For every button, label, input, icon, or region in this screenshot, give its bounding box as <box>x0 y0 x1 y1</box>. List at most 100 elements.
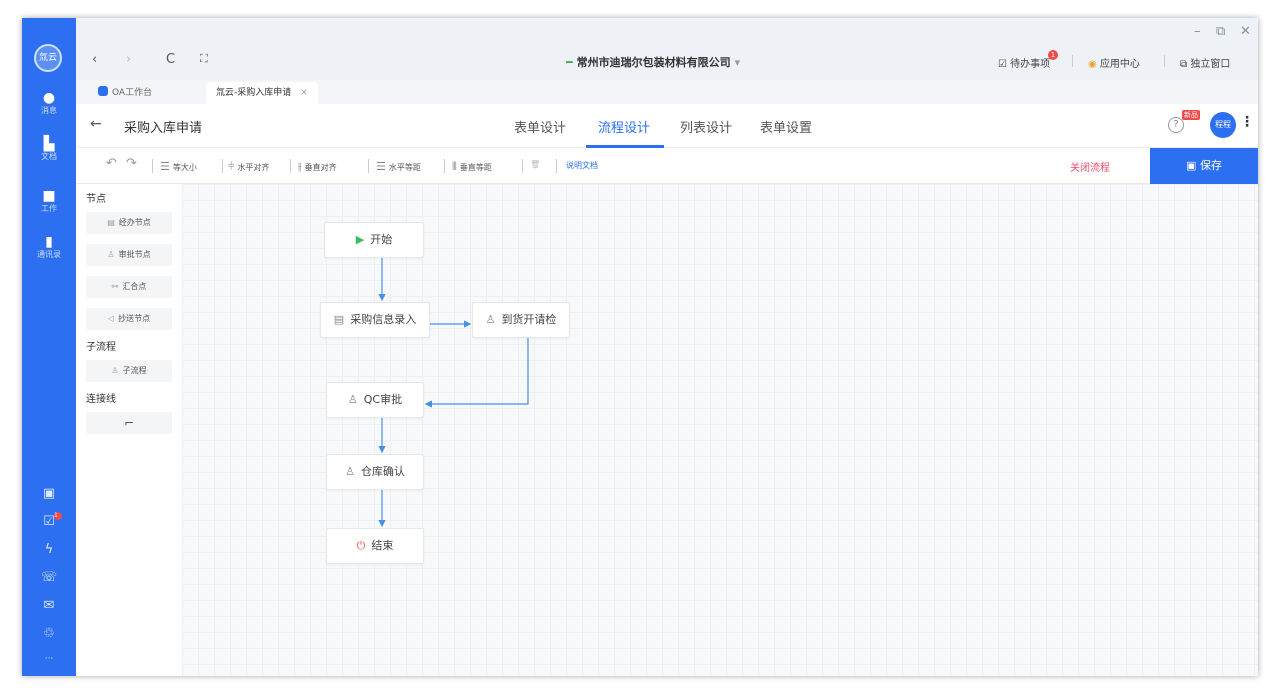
minimize-button[interactable]: – <box>1194 24 1201 39</box>
palette-item-merge-node[interactable]: ⚯ 汇合点 <box>86 276 172 298</box>
same-size-icon: ☰ <box>160 160 170 173</box>
chevron-down-icon: ▾ <box>734 56 741 69</box>
redo-button[interactable]: ↷ <box>126 156 137 171</box>
user-icon: ♙ <box>485 313 496 326</box>
divider <box>368 159 369 173</box>
company-selector[interactable]: ━ 常州市迪瑞尔包装材料有限公司 ▾ <box>566 54 740 70</box>
palette-item-handle-node[interactable]: ▤ 经办节点 <box>86 212 172 234</box>
company-logo-icon: ━ <box>566 56 573 69</box>
nav-item-messages[interactable]: ● 消息 <box>22 90 76 116</box>
close-flow-button[interactable]: 关闭流程 <box>1070 159 1110 174</box>
user-icon: ♙ <box>347 393 358 406</box>
flow-node-warehouse-confirm[interactable]: ♙ 仓库确认 <box>326 454 424 490</box>
new-badge: 新品 <box>1182 110 1200 120</box>
flow-node-start[interactable]: ▶ 开始 <box>324 222 424 258</box>
flow-node-end[interactable]: ⏻ 结束 <box>326 528 424 564</box>
vertical-space-icon: ⦀ <box>452 160 457 173</box>
divider <box>556 159 557 173</box>
vertical-align-button[interactable]: ⫲ 垂直对齐 <box>298 160 337 174</box>
horizontal-align-button[interactable]: ⫩ 水平对齐 <box>228 160 269 174</box>
more-icon[interactable]: ··· <box>22 654 76 664</box>
flow-node-purchase-entry[interactable]: ▤ 采购信息录入 <box>320 302 430 338</box>
fullscreen-button[interactable]: ⛶ <box>200 52 208 66</box>
form-icon: ▤ <box>107 218 115 227</box>
task-badge: 1 <box>54 512 62 520</box>
close-window-button[interactable]: ✕ <box>1240 24 1251 39</box>
palette-item-subflow[interactable]: ♙ 子流程 <box>86 360 172 382</box>
settings-icon[interactable]: ♲ <box>22 626 76 641</box>
user-icon: ♙ <box>345 465 355 478</box>
divider <box>1072 55 1073 67</box>
palette-header-nodes: 节点 <box>86 194 106 205</box>
palette-item-cc-node[interactable]: ◁ 抄送节点 <box>86 308 172 330</box>
palette-header-connector: 连接线 <box>86 394 116 405</box>
send-icon: ◁ <box>107 314 115 323</box>
divider <box>1164 55 1165 67</box>
divider <box>522 159 523 173</box>
window-bar: – ⧉ ✕ ‹ › C ⛶ ━ 常州市迪瑞尔包装材料有限公司 ▾ ☑ 待办事项 1 … <box>76 18 1258 80</box>
help-doc-link[interactable]: 说明文档 <box>566 160 598 171</box>
palette-header-subflow: 子流程 <box>86 342 116 353</box>
form-icon: ▤ <box>333 313 345 326</box>
todo-link[interactable]: ☑ 待办事项 <box>998 55 1050 70</box>
palette-item-approval-node[interactable]: ♙ 审批节点 <box>86 244 172 266</box>
standalone-window-link[interactable]: ⧉ 独立窗口 <box>1180 55 1230 70</box>
tab-form-settings[interactable]: 表单设置 <box>760 117 812 136</box>
flow-toolbar: ↶ ↷ ☰ 等大小 ⫩ 水平对齐 ⫲ 垂直对齐 ☰ 水平等距 ⦀ 垂直等距 🗑 说明文档 … <box>76 148 1258 184</box>
tab-purchase-request[interactable]: 氚云-采购入库申请 × <box>206 82 318 104</box>
edge-inspection-to-qc <box>424 336 529 408</box>
avatar[interactable]: 程程 <box>1210 112 1236 138</box>
divider <box>290 159 291 173</box>
phone-icon[interactable]: ☏ <box>22 570 76 585</box>
delete-icon[interactable]: 🗑 <box>530 160 540 169</box>
app-logo[interactable]: 氚云 <box>34 44 62 72</box>
flow-canvas[interactable]: ▶ 开始 ▤ 采购信息录入 ♙ 到货开请检 ♙ QC审批 ♙ 仓库确认 ⏻ 结束 <box>182 184 1258 676</box>
lightning-icon[interactable]: ϟ <box>22 542 76 557</box>
tab-flow-design[interactable]: 流程设计 <box>598 117 650 136</box>
todo-badge: 1 <box>1048 50 1058 60</box>
divider <box>222 159 223 173</box>
user-icon: ♙ <box>107 250 115 259</box>
same-size-button[interactable]: ☰ 等大小 <box>160 160 197 173</box>
grid-icon: ■ <box>42 188 56 204</box>
folder-icon: ▙ <box>43 136 55 152</box>
undo-button[interactable]: ↶ <box>106 156 117 171</box>
nav-item-work[interactable]: ■ 工作 <box>22 188 76 214</box>
horizontal-space-button[interactable]: ☰ 水平等距 <box>376 160 421 173</box>
designer-header: ← 采购入库申请 表单设计 流程设计 列表设计 表单设置 ? 新品 程程 ⋮ <box>76 104 1258 148</box>
tab-form-design[interactable]: 表单设计 <box>514 117 566 136</box>
nav-item-docs[interactable]: ▙ 文档 <box>22 136 76 162</box>
window-icon: ⧉ <box>1180 59 1191 70</box>
check-icon: ☑ <box>998 59 1011 70</box>
nav-item-contacts[interactable]: ▮ 通讯录 <box>22 234 76 260</box>
more-options-icon[interactable]: ⋮ <box>1240 114 1254 130</box>
oa-icon <box>98 86 108 96</box>
play-icon: ▶ <box>355 233 365 246</box>
mail-icon[interactable]: ✉ <box>22 598 76 613</box>
tab-close-icon[interactable]: × <box>300 88 308 98</box>
task-icon[interactable]: ☑ <box>22 514 76 529</box>
save-icon: ▣ <box>1186 159 1200 172</box>
back-arrow-icon[interactable]: ← <box>90 116 102 132</box>
app-center-link[interactable]: ◉ 应用中心 <box>1088 55 1140 70</box>
link-icon: ⚯ <box>111 282 119 291</box>
palette-item-connector[interactable]: ⌐ <box>86 412 172 434</box>
calendar-icon[interactable]: ▣ <box>22 486 76 501</box>
reload-button[interactable]: C <box>166 52 175 67</box>
flow-node-inspection[interactable]: ♙ 到货开请检 <box>472 302 570 338</box>
back-nav-button[interactable]: ‹ <box>92 52 97 67</box>
contacts-icon: ▮ <box>45 234 53 250</box>
tab-list-design[interactable]: 列表设计 <box>680 117 732 136</box>
divider <box>152 159 153 173</box>
app-window: 氚云 ● 消息 ▙ 文档 ■ 工作 ▮ 通讯录 ▣ ☑ 1 ϟ ☏ ✉ ♲ ··… <box>22 18 1258 676</box>
forward-nav-button[interactable]: › <box>126 52 131 67</box>
vertical-align-icon: ⫲ <box>298 160 302 173</box>
tab-oa-workbench[interactable]: OA工作台 <box>88 82 162 104</box>
restore-button[interactable]: ⧉ <box>1216 24 1225 39</box>
vertical-space-button[interactable]: ⦀ 垂直等距 <box>452 160 492 174</box>
save-button[interactable]: ▣ 保存 <box>1150 148 1258 184</box>
flow-node-qc-approval[interactable]: ♙ QC审批 <box>326 382 424 418</box>
connector-icon: ⌐ <box>123 416 135 430</box>
horizontal-space-icon: ☰ <box>376 160 386 173</box>
divider <box>444 159 445 173</box>
